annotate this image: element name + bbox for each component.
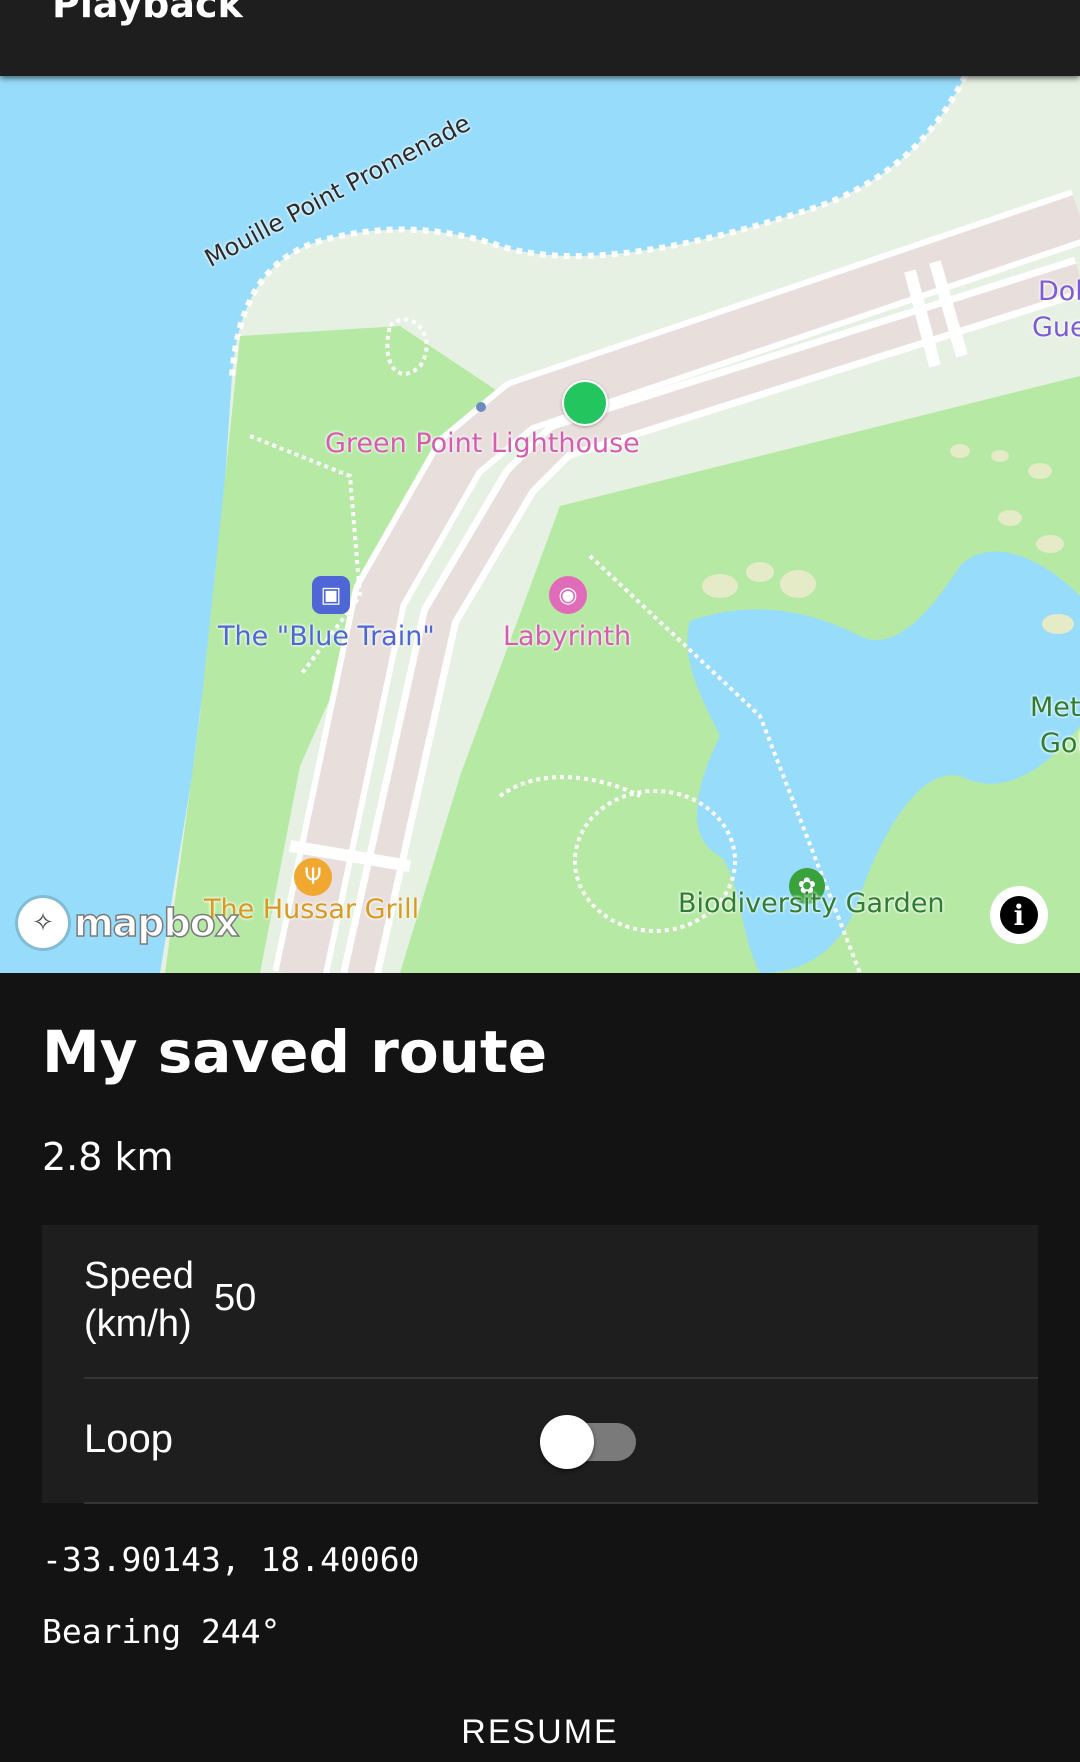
- bearing-readout: Bearing 244°: [42, 1612, 281, 1651]
- poi-dolphin-partial[interactable]: Dol: [1038, 276, 1080, 307]
- page-title: Playback: [52, 0, 243, 26]
- settings-card: Speed (km/h) 50 Loop: [42, 1225, 1038, 1503]
- coordinates-readout: -33.90143, 18.40060: [42, 1540, 420, 1579]
- poi-guest-partial[interactable]: Gue: [1032, 312, 1080, 343]
- route-name: My saved route: [42, 1018, 548, 1086]
- loop-label: Loop: [84, 1417, 173, 1461]
- map-view[interactable]: Mouille Point Promenade Green Point Ligh…: [0, 76, 1080, 973]
- poi-biodiversity-garden-label[interactable]: Biodiversity Garden: [678, 888, 945, 919]
- restaurant-icon[interactable]: Ψ: [294, 858, 332, 896]
- mapbox-wordmark: mapbox: [73, 900, 240, 946]
- poi-blue-train-label[interactable]: The "Blue Train": [218, 621, 435, 652]
- loop-row[interactable]: Loop: [42, 1379, 1038, 1503]
- camera-icon[interactable]: ◉: [549, 576, 587, 614]
- loop-switch-thumb[interactable]: [540, 1415, 594, 1469]
- route-distance: 2.8 km: [42, 1135, 174, 1179]
- train-icon[interactable]: ▣: [312, 576, 350, 614]
- poi-met-partial[interactable]: Met: [1030, 692, 1080, 723]
- speed-row[interactable]: Speed (km/h) 50: [42, 1225, 1038, 1377]
- current-position-marker: [562, 380, 608, 426]
- speed-input[interactable]: 50: [214, 1277, 256, 1320]
- card-bottom-divider: [84, 1502, 1038, 1504]
- poi-labyrinth-label[interactable]: Labyrinth: [503, 621, 631, 652]
- info-icon: i: [1000, 896, 1038, 934]
- poi-golf-partial[interactable]: Gol: [1040, 728, 1080, 759]
- mapbox-mark-icon: ✧: [18, 898, 68, 948]
- map-canvas[interactable]: [0, 76, 1080, 973]
- attribution-info-button[interactable]: i: [990, 886, 1048, 944]
- app-bar: Playback: [0, 0, 1080, 76]
- resume-button[interactable]: RESUME: [440, 1702, 640, 1762]
- mapbox-logo[interactable]: ✧ mapbox: [18, 898, 240, 948]
- speed-label: Speed (km/h): [84, 1255, 194, 1345]
- lighthouse-dot: [476, 402, 486, 412]
- poi-lighthouse-label[interactable]: Green Point Lighthouse: [325, 428, 640, 459]
